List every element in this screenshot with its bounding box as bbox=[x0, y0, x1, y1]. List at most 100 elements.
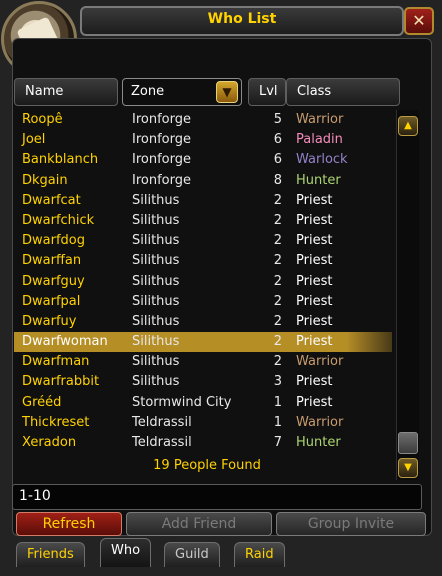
player-zone: Ironforge bbox=[132, 132, 191, 148]
player-class: Paladin bbox=[296, 132, 343, 148]
player-zone: Ironforge bbox=[132, 152, 191, 168]
who-row[interactable]: Dwarfpal Silithus 2 Priest bbox=[14, 292, 392, 312]
player-name: Joel bbox=[22, 132, 46, 148]
who-row[interactable]: Dwarffan Silithus 2 Priest bbox=[14, 251, 392, 271]
player-class: Warrior bbox=[296, 354, 344, 370]
zone-dropdown-label: Zone bbox=[131, 84, 165, 99]
who-row[interactable]: Joel Ironforge 6 Paladin bbox=[14, 130, 392, 150]
zone-dropdown[interactable]: Zone ▼ bbox=[122, 78, 242, 106]
player-class: Priest bbox=[296, 313, 333, 329]
scrollbar-track[interactable] bbox=[396, 110, 419, 480]
who-row[interactable]: Dwarfwoman Silithus 2 Priest bbox=[14, 332, 392, 353]
player-zone: Stormwind City bbox=[132, 394, 232, 410]
player-class: Priest bbox=[296, 394, 333, 410]
title-bar: Who List bbox=[80, 6, 404, 36]
player-level: 2 bbox=[273, 273, 282, 289]
player-class: Hunter bbox=[296, 435, 341, 450]
player-level: 8 bbox=[273, 172, 282, 188]
player-name: Dwarfwoman bbox=[22, 334, 108, 350]
player-level: 2 bbox=[273, 192, 282, 208]
player-class: Warlock bbox=[296, 152, 348, 168]
chevron-up-icon: ▲ bbox=[404, 120, 412, 131]
player-level: 6 bbox=[273, 132, 282, 148]
people-found-count: 19 People Found bbox=[153, 458, 261, 473]
player-name: Roopê bbox=[22, 112, 63, 127]
player-name: Thickreset bbox=[22, 414, 90, 430]
player-name: Dwarfrabbit bbox=[22, 374, 100, 390]
add-friend-button[interactable]: Add Friend bbox=[126, 512, 272, 536]
player-name: Bankblanch bbox=[22, 152, 99, 168]
player-zone: Silithus bbox=[132, 273, 180, 289]
player-class: Priest bbox=[296, 212, 333, 228]
player-class: Priest bbox=[296, 334, 333, 350]
player-zone: Silithus bbox=[132, 233, 180, 249]
player-level: 2 bbox=[273, 253, 282, 269]
group-invite-button[interactable]: Group Invite bbox=[276, 512, 426, 536]
who-row[interactable]: Dwarfchick Silithus 2 Priest bbox=[14, 211, 392, 231]
player-name: Dwarfman bbox=[22, 354, 90, 370]
player-name: Dwarfguy bbox=[22, 273, 85, 289]
player-zone: Silithus bbox=[132, 334, 180, 350]
player-name: Dwarfdog bbox=[22, 233, 85, 249]
window-title: Who List bbox=[207, 11, 277, 27]
column-header-label: Class bbox=[297, 84, 332, 99]
who-row[interactable]: Dwarfman Silithus 2 Warrior bbox=[14, 352, 392, 372]
search-input-value: 1-10 bbox=[19, 488, 51, 504]
column-header-name[interactable]: Name bbox=[14, 78, 118, 106]
who-row[interactable]: Dwarfrabbit Silithus 3 Priest bbox=[14, 372, 392, 392]
player-level: 1 bbox=[273, 414, 282, 430]
player-class: Priest bbox=[296, 233, 333, 249]
who-row[interactable]: Dwarfdog Silithus 2 Priest bbox=[14, 231, 392, 251]
tab-raid[interactable]: Raid bbox=[234, 542, 285, 567]
who-row[interactable]: Grééd Stormwind City 1 Priest bbox=[14, 393, 392, 413]
tab-who[interactable]: Who bbox=[100, 538, 152, 567]
column-header-label: Name bbox=[25, 84, 64, 99]
player-level: 7 bbox=[273, 435, 282, 450]
player-class: Priest bbox=[296, 374, 333, 390]
scroll-up-button[interactable]: ▲ bbox=[398, 116, 418, 136]
player-class: Hunter bbox=[296, 172, 341, 188]
player-zone: Ironforge bbox=[132, 112, 191, 127]
column-header-level[interactable]: Lvl bbox=[248, 78, 286, 106]
who-row[interactable]: Xeradon Teldrassil 7 Hunter bbox=[14, 433, 392, 453]
close-button[interactable]: ✕ bbox=[404, 7, 434, 35]
who-list-rows: Roopê Ironforge 5 Warrior Joel Ironforge 6 Pala… bbox=[14, 110, 392, 453]
who-row[interactable]: Dwarfcat Silithus 2 Priest bbox=[14, 191, 392, 211]
player-zone: Silithus bbox=[132, 253, 180, 269]
player-level: 2 bbox=[273, 334, 282, 350]
player-level: 2 bbox=[273, 293, 282, 309]
player-class: Warrior bbox=[296, 112, 344, 127]
player-zone: Silithus bbox=[132, 293, 180, 309]
player-zone: Silithus bbox=[132, 313, 180, 329]
tab-guild[interactable]: Guild bbox=[164, 542, 220, 567]
close-icon: ✕ bbox=[412, 11, 426, 30]
who-row[interactable]: Dwarfuy Silithus 2 Priest bbox=[14, 312, 392, 332]
player-zone: Teldrassil bbox=[132, 435, 192, 450]
player-class: Priest bbox=[296, 273, 333, 289]
player-name: Dwarfuy bbox=[22, 313, 77, 329]
player-zone: Silithus bbox=[132, 374, 180, 390]
who-row[interactable]: Bankblanch Ironforge 6 Warlock bbox=[14, 150, 392, 170]
who-row[interactable]: Dkgain Ironforge 8 Hunter bbox=[14, 171, 392, 191]
player-zone: Silithus bbox=[132, 212, 180, 228]
scrollbar-thumb[interactable] bbox=[398, 432, 418, 454]
who-list-window: Who List ✕ Name Zone ▼ Lvl Class Roopê Ir… bbox=[0, 0, 442, 576]
who-row[interactable]: Thickreset Teldrassil 1 Warrior bbox=[14, 413, 392, 433]
player-level: 5 bbox=[273, 112, 282, 127]
player-level: 2 bbox=[273, 354, 282, 370]
player-zone: Teldrassil bbox=[132, 414, 192, 430]
who-search-input[interactable]: 1-10 bbox=[12, 484, 422, 510]
chevron-down-icon: ▼ bbox=[404, 462, 412, 473]
player-name: Xeradon bbox=[22, 435, 77, 450]
player-level: 2 bbox=[273, 313, 282, 329]
who-row[interactable]: Roopê Ironforge 5 Warrior bbox=[14, 110, 392, 130]
player-class: Priest bbox=[296, 253, 333, 269]
column-header-class[interactable]: Class bbox=[286, 78, 400, 106]
refresh-button[interactable]: Refresh bbox=[16, 512, 122, 536]
player-name: Dwarfcat bbox=[22, 192, 81, 208]
player-level: 2 bbox=[273, 212, 282, 228]
player-level: 3 bbox=[273, 374, 282, 390]
who-row[interactable]: Dwarfguy Silithus 2 Priest bbox=[14, 272, 392, 292]
player-level: 2 bbox=[273, 233, 282, 249]
tab-friends[interactable]: Friends bbox=[16, 542, 85, 567]
